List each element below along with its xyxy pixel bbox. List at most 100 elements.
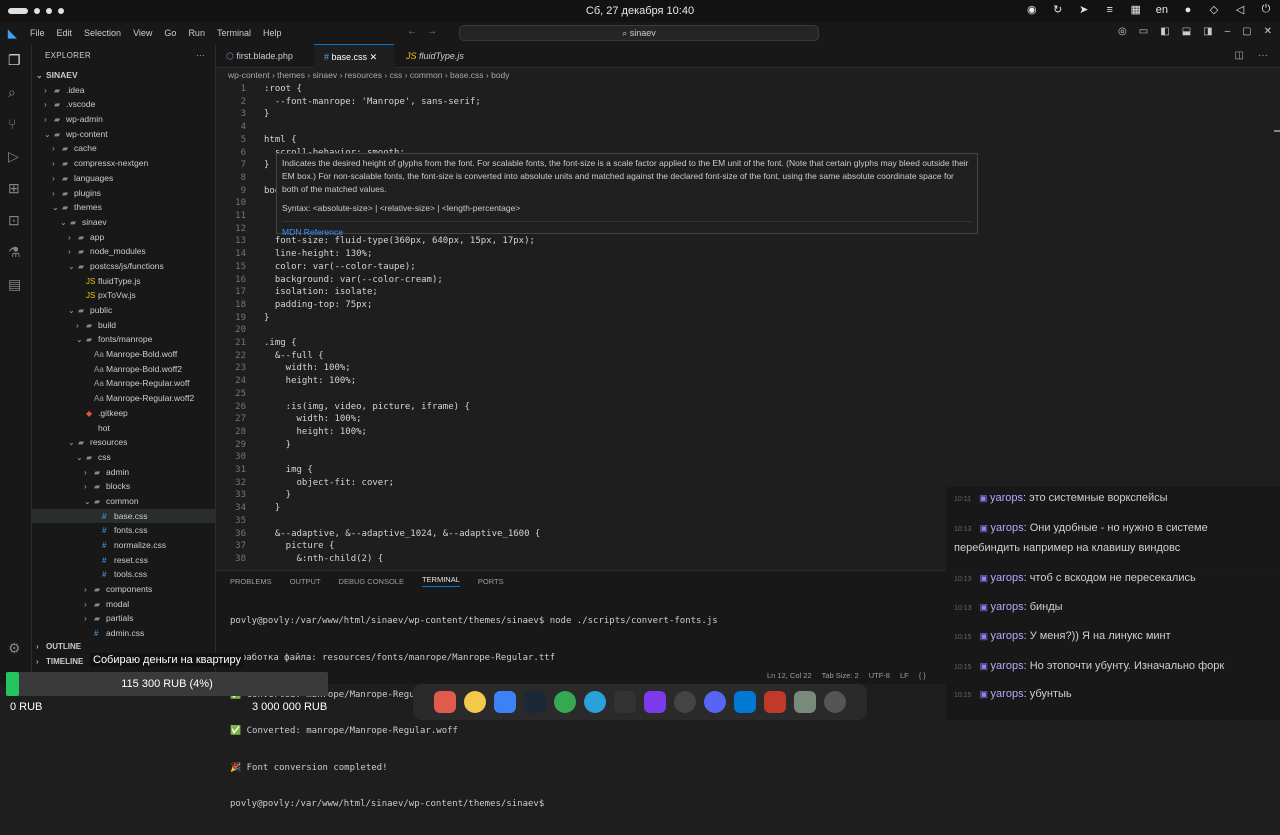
chat-user[interactable]: yarops [979,492,1023,504]
menu-terminal[interactable]: Terminal [217,28,251,38]
tree-item[interactable]: Aa Manrope-Regular.woff2 [32,391,216,406]
tree-item[interactable]: # tools.css [32,567,216,582]
line-ending[interactable]: LF [900,671,909,680]
discord-icon[interactable] [704,691,726,713]
tree-item[interactable]: ⌄ ▰ sinaev [32,215,216,230]
tree-item[interactable]: ⌄ ▰ css [32,450,216,465]
mdn-reference-link[interactable]: MDN Reference [282,221,972,239]
tree-item[interactable]: › ▰ cache [32,141,216,156]
tree-item[interactable]: › ▰ app [32,230,216,245]
cursor-position[interactable]: Ln 12, Col 22 [767,671,812,680]
tab-size[interactable]: Tab Size: 2 [822,671,859,680]
telegram-icon[interactable]: ➤ [1078,3,1090,16]
files-icon[interactable] [434,691,456,713]
chat-user[interactable]: yarops [980,630,1024,642]
terminal-icon[interactable] [614,691,636,713]
tree-item[interactable]: › ▰ compressx-nextgen [32,156,216,171]
menu-help[interactable]: Help [263,28,282,38]
tree-item[interactable]: › ▰ components [32,582,216,597]
breadcrumb[interactable]: wp-content › themes › sinaev › resources… [216,68,1280,82]
close-tab-icon[interactable]: ✕ [370,52,378,62]
maximize-icon[interactable]: ▢ [1242,26,1251,37]
chat-user[interactable]: yarops [980,660,1024,672]
tab-terminal[interactable]: TERMINAL [421,575,460,587]
steam-icon[interactable] [524,691,546,713]
tree-item[interactable]: hot [32,421,216,436]
volume-icon[interactable]: ◁ [1234,3,1246,16]
tree-item[interactable]: ⌄ ▰ resources [32,435,216,450]
minimap-slider[interactable] [1274,130,1280,132]
tab-base-css[interactable]: # base.css ✕ [314,44,394,68]
tab-problems[interactable]: PROBLEMS [230,577,272,586]
menu-edit[interactable]: Edit [57,28,73,38]
keyboard-icon[interactable]: ▦ [1130,3,1142,16]
telegram-icon[interactable] [584,691,606,713]
split-editor-icon[interactable]: ◫ [1235,50,1244,61]
chat-user[interactable]: yarops [980,522,1024,534]
tab-debug-console[interactable]: DEBUG CONSOLE [339,577,404,586]
trash-icon[interactable] [794,691,816,713]
explorer-icon[interactable]: ❐ [8,52,21,69]
tree-item[interactable]: JS fluidType.js [32,274,216,289]
toggle-panel-icon[interactable]: ⬓ [1182,26,1191,37]
chat-user[interactable]: yarops [980,688,1024,700]
tree-item[interactable]: › ▰ admin [32,465,216,480]
menu-file[interactable]: File [30,28,45,38]
tree-item[interactable]: › ▰ plugins [32,186,216,201]
tree-item[interactable]: › ▰ blocks [32,479,216,494]
tree-item[interactable]: Aa Manrope-Bold.woff [32,347,216,362]
menu-selection[interactable]: Selection [84,28,121,38]
tree-item[interactable]: # fonts.css [32,523,216,538]
tree-item[interactable]: › ▰ build [32,318,216,333]
tree-item[interactable]: ⌄ ▰ wp-content [32,127,216,142]
tree-item[interactable]: › ▰ node_modules [32,244,216,259]
layout-icon[interactable]: ▭ [1139,26,1148,37]
tree-item[interactable]: # admin.css [32,626,216,641]
chrome-icon[interactable] [554,691,576,713]
chat-user[interactable]: yarops [980,601,1024,613]
tab-output[interactable]: OUTPUT [290,577,321,586]
search-icon[interactable]: ⌕ [8,84,16,101]
more-actions-icon[interactable]: ··· [196,44,205,68]
tree-item[interactable]: › ▰ .idea [32,83,216,98]
command-center-search[interactable]: ⌕ sinaev [459,25,819,41]
database-icon[interactable]: ▤ [8,276,21,293]
tree-item[interactable]: › ▰ .vscode [32,97,216,112]
run-debug-icon[interactable]: ▷ [8,148,19,165]
software-icon[interactable] [464,691,486,713]
tree-item[interactable]: # normalize.css [32,538,216,553]
tree-item[interactable]: ◆ .gitkeep [32,406,216,421]
obs-icon[interactable]: ◉ [1026,3,1038,16]
network-icon[interactable]: ◇ [1208,3,1220,16]
obs-icon[interactable] [674,691,696,713]
toggle-sidebar-icon[interactable]: ◧ [1160,26,1169,37]
tab-first-blade[interactable]: ⬡ first.blade.php [216,44,312,68]
tree-item[interactable]: ⌄ ▰ fonts/manrope [32,332,216,347]
text-editor-icon[interactable] [494,691,516,713]
tree-item[interactable]: # base.css [32,508,216,524]
equalizer-icon[interactable]: ≡ [1104,4,1116,16]
language-mode[interactable]: { } [919,671,926,680]
menu-go[interactable]: Go [164,28,176,38]
encoding[interactable]: UTF-8 [869,671,890,680]
tree-item[interactable]: Aa Manrope-Regular.woff [32,376,216,391]
remote-icon[interactable]: ⊡ [8,212,20,229]
tree-root[interactable]: ⌄ SINAEV [32,68,216,83]
tree-item[interactable]: ⌄ ▰ public [32,303,216,318]
settings-icon[interactable] [824,691,846,713]
tree-item[interactable]: › ▰ languages [32,171,216,186]
extensions-icon[interactable]: ⊞ [8,180,20,197]
forward-arrow-icon[interactable]: → [427,26,437,37]
language-indicator[interactable]: en [1156,4,1168,16]
filezilla-icon[interactable] [764,691,786,713]
tree-item[interactable]: › ▰ wp-admin [32,112,216,127]
tab-ports[interactable]: PORTS [478,577,504,586]
update-icon[interactable]: ↻ [1052,3,1064,16]
source-control-icon[interactable]: ⑂ [8,116,16,132]
microphone-icon[interactable]: ● [1182,4,1194,16]
power-icon[interactable]: ⏻ [1260,3,1272,16]
obsidian-icon[interactable] [644,691,666,713]
copilot-icon[interactable]: ◎ [1118,26,1127,37]
menu-run[interactable]: Run [188,28,205,38]
menu-view[interactable]: View [133,28,152,38]
